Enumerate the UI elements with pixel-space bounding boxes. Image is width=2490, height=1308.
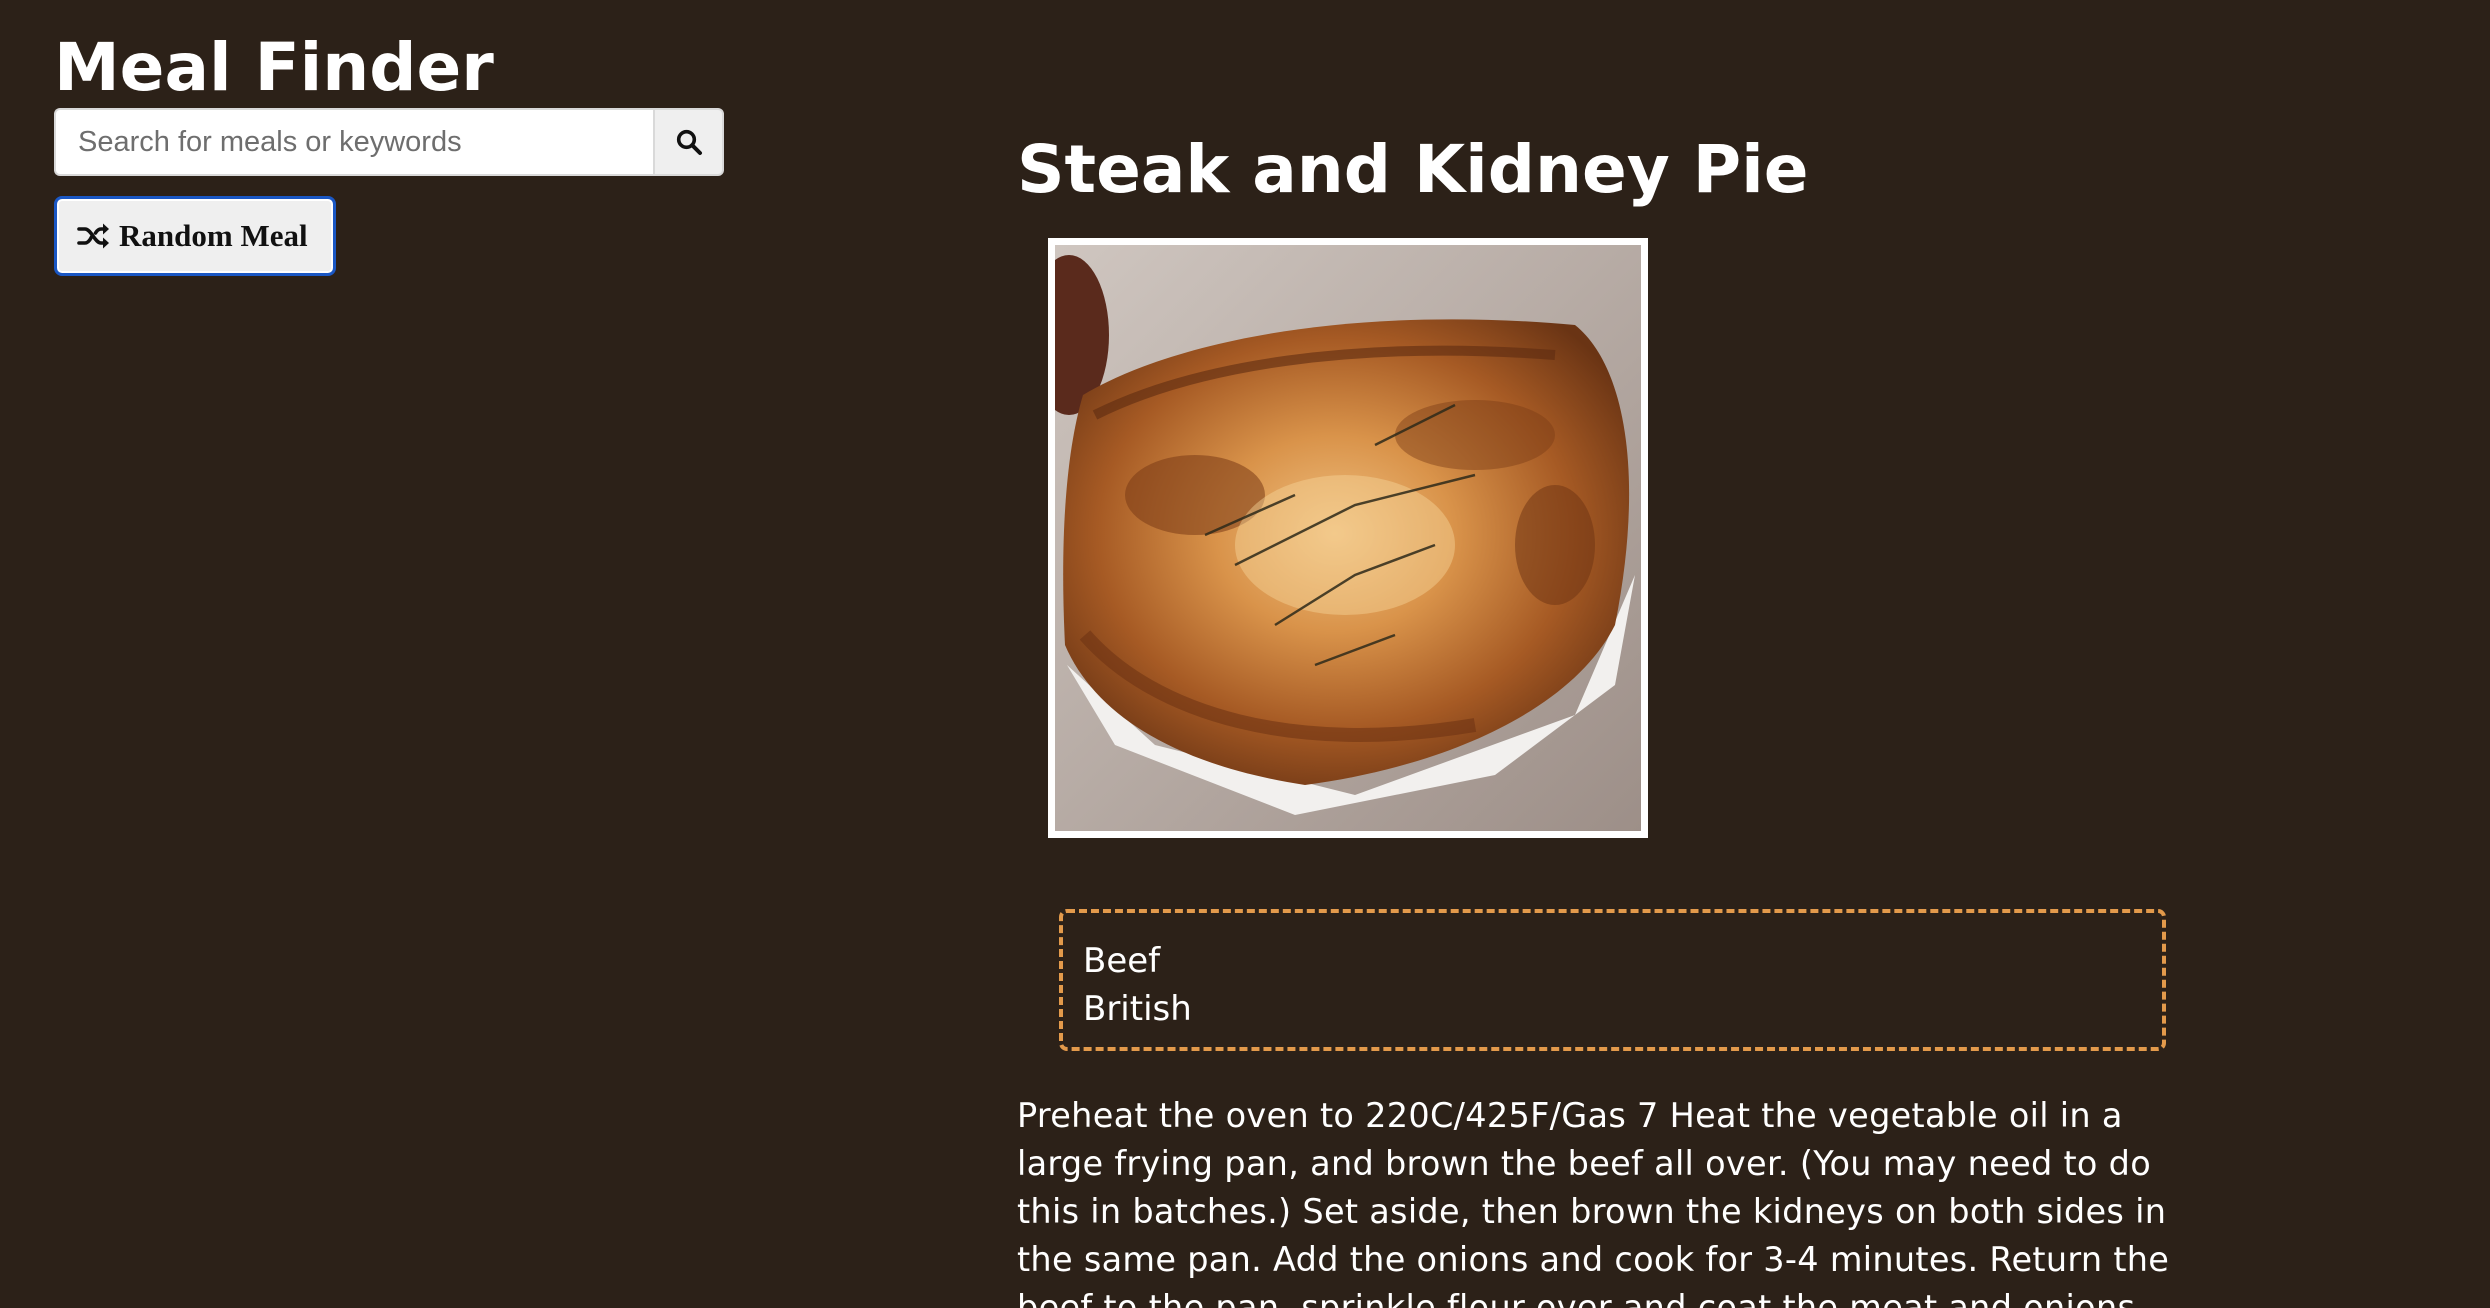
app-title: Meal Finder [54, 29, 494, 106]
random-meal-button[interactable]: Random Meal [54, 196, 336, 276]
meal-category: Beef [1083, 941, 1161, 981]
search-icon [676, 129, 702, 155]
search-button[interactable] [653, 108, 724, 176]
meal-title: Steak and Kidney Pie [1017, 131, 1809, 208]
meal-image [1048, 238, 1648, 838]
pie-photo [1055, 245, 1641, 831]
meal-area: British [1083, 989, 1192, 1029]
shuffle-icon [77, 223, 109, 249]
meal-info-box: Beef British [1059, 909, 2166, 1051]
random-meal-label: Random Meal [119, 218, 308, 253]
meal-instructions: Preheat the oven to 220C/425F/Gas 7 Heat… [1017, 1096, 2170, 1308]
search-form [54, 108, 724, 176]
search-input[interactable] [54, 108, 653, 176]
